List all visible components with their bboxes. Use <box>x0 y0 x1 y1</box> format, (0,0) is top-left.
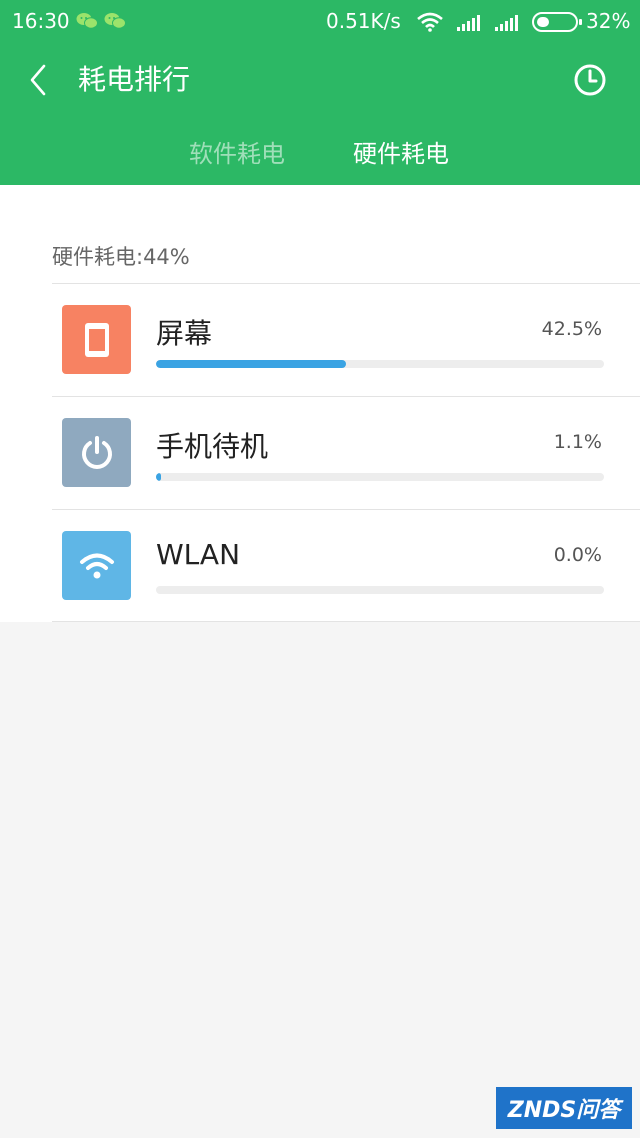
app-header: 16:30 0.51K/s 32% 耗电排行 软件耗电 硬件耗电 <box>0 0 640 185</box>
tab-bar: 软件耗电 硬件耗电 <box>0 128 640 172</box>
wlan-icon-box <box>62 531 131 600</box>
usage-bar-fill <box>156 360 347 368</box>
network-speed: 0.51K/s <box>326 9 401 33</box>
battery-icon <box>532 12 582 32</box>
power-icon <box>81 435 112 469</box>
standby-icon-box <box>62 418 131 487</box>
item-label: 屏幕 <box>156 317 213 350</box>
wechat-icon <box>76 13 98 29</box>
status-time: 16:30 <box>12 9 70 33</box>
cell-signal-icon <box>457 15 480 31</box>
item-percent: 0.0% <box>553 544 602 566</box>
history-clock-icon[interactable] <box>572 62 608 98</box>
list-item-standby[interactable]: 手机待机 1.1% <box>52 397 640 509</box>
wechat-icon <box>104 13 126 29</box>
status-bar: 16:30 0.51K/s 32% <box>0 0 640 44</box>
divider <box>52 621 640 622</box>
watermark-logo: ZNDS问答 <box>496 1087 632 1129</box>
cell-signal-icon <box>495 15 518 31</box>
screen-icon-box <box>62 305 131 374</box>
usage-bar-track <box>156 586 604 594</box>
hardware-usage-summary: 硬件耗电:44% <box>52 245 190 269</box>
tab-hardware-usage[interactable]: 硬件耗电 <box>353 134 449 169</box>
phone-screen-icon <box>84 322 109 357</box>
list-item-screen[interactable]: 屏幕 42.5% <box>52 284 640 396</box>
usage-bar-track <box>156 473 604 481</box>
wifi-icon <box>79 553 114 578</box>
back-arrow-icon[interactable] <box>26 60 54 100</box>
tab-software-usage[interactable]: 软件耗电 <box>189 134 285 169</box>
wifi-signal-icon <box>417 12 443 32</box>
list-item-wlan[interactable]: WLAN 0.0% <box>52 510 640 622</box>
usage-bar-track <box>156 360 604 368</box>
page-title: 耗电排行 <box>78 63 191 96</box>
item-label: WLAN <box>156 538 241 571</box>
battery-level: 32% <box>586 9 631 33</box>
item-percent: 42.5% <box>541 318 602 340</box>
hardware-usage-list: 硬件耗电:44% 屏幕 42.5% 手机待机 1.1% WLAN 0.0% <box>0 185 640 622</box>
item-label: 手机待机 <box>156 430 269 463</box>
usage-bar-fill <box>156 473 162 481</box>
item-percent: 1.1% <box>553 431 602 453</box>
